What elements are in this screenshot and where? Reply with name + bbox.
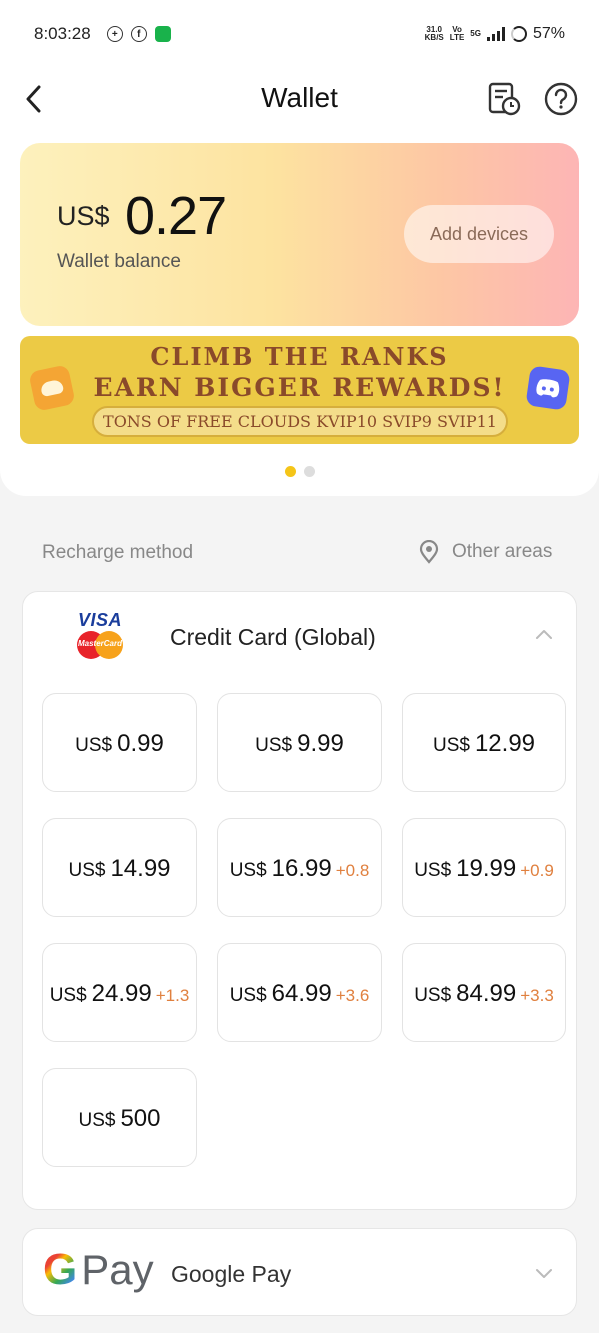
amount-value: 9.99 <box>297 730 344 757</box>
amount-value: 14.99 <box>110 855 171 882</box>
shield-icon <box>154 26 171 42</box>
amount-option[interactable]: US$ 14.99 <box>42 818 197 917</box>
mastercard-logo-text: MasterCard <box>77 639 122 648</box>
expand-toggle[interactable] <box>535 1265 553 1281</box>
recharge-method-label: Recharge method <box>42 542 194 563</box>
amount-option[interactable]: US$ 19.99 +0.9 <box>402 818 566 917</box>
amount-value: 0.99 <box>117 730 164 757</box>
amount-bonus: +0.8 <box>335 861 370 880</box>
amount-currency: US$ <box>75 735 113 756</box>
net-speed-indicator: 31.0 KB/S <box>425 26 444 42</box>
amount-option[interactable]: US$ 16.99 +0.8 <box>217 818 382 917</box>
credit-card-title[interactable]: Credit Card (Global) <box>170 624 376 651</box>
visa-mastercard-logo: VISA MasterCard <box>75 610 125 660</box>
amount-bonus: +1.3 <box>155 986 190 1005</box>
chevron-down-icon <box>536 1269 552 1278</box>
amount-bonus: +0.9 <box>520 861 554 880</box>
carousel-indicator <box>0 466 599 477</box>
promo-subheadline: EARN BIGGER REWARDS! <box>93 373 506 402</box>
signal-icon <box>486 27 505 41</box>
amount-currency: US$ <box>229 985 267 1006</box>
network-type: 5G <box>470 29 481 38</box>
chevron-up-icon <box>536 630 552 639</box>
carousel-dot-1[interactable] <box>284 466 296 477</box>
plus-circle-icon: + <box>106 26 123 42</box>
facebook-icon: f <box>130 26 147 42</box>
amount-option[interactable]: US$ 9.99 <box>217 693 382 792</box>
amount-value: 24.99 <box>91 980 152 1007</box>
amount-value: 64.99 <box>271 980 332 1007</box>
net-speed-unit: KB/S <box>424 33 444 42</box>
promo-banner[interactable]: CLIMB THE RANKS EARN BIGGER REWARDS! TON… <box>20 336 579 444</box>
billing-history-button[interactable] <box>486 81 522 117</box>
status-system-icons: 31.0 KB/S Vo LTE 5G 57% <box>425 25 565 43</box>
credit-card-section: VISA MasterCard Credit Card (Global) US$… <box>22 591 577 1210</box>
volte-indicator: Vo LTE <box>450 26 465 42</box>
volte-bottom: LTE <box>449 33 465 42</box>
amount-bonus: +3.3 <box>520 986 554 1005</box>
add-devices-button[interactable]: Add devices <box>404 205 554 263</box>
amount-value: 12.99 <box>474 730 536 757</box>
amount-currency: US$ <box>229 860 267 881</box>
amount-bonus: +3.6 <box>335 986 370 1005</box>
other-areas-label: Other areas <box>452 541 553 562</box>
google-pay-label: Google Pay <box>171 1261 292 1287</box>
amount-value: 500 <box>120 1105 161 1132</box>
collapse-toggle[interactable] <box>535 626 553 642</box>
amount-option[interactable]: US$ 84.99 +3.3 <box>402 943 566 1042</box>
google-g-logo: G <box>43 1245 78 1294</box>
wallet-top-panel: Wallet US$ 0.27 Wallet balance Add devic… <box>0 68 599 496</box>
location-pin-icon <box>419 540 439 564</box>
battery-level: 57% <box>532 25 565 42</box>
google-pay-logo-text: Pay <box>81 1246 154 1293</box>
recharge-method-row: Recharge method Other areas <box>0 536 599 570</box>
visa-logo: VISA <box>77 610 122 630</box>
amount-option[interactable]: US$ 24.99 +1.3 <box>42 943 197 1042</box>
billing-history-icon <box>488 82 521 116</box>
wallet-balance-card: US$ 0.27 Wallet balance Add devices <box>20 143 579 326</box>
amount-currency: US$ <box>414 985 452 1006</box>
balance-amount: 0.27 <box>125 186 227 246</box>
google-pay-logo: G Pay <box>43 1245 154 1295</box>
balance-currency: US$ <box>57 201 110 231</box>
battery-icon <box>510 26 527 42</box>
carousel-dot-2[interactable] <box>303 466 315 477</box>
amount-currency: US$ <box>255 735 293 756</box>
amount-currency: US$ <box>432 735 470 756</box>
amount-currency: US$ <box>78 1110 116 1131</box>
amount-option[interactable]: US$ 12.99 <box>402 693 566 792</box>
amount-value: 84.99 <box>456 980 517 1007</box>
amount-value: 16.99 <box>271 855 332 882</box>
amount-option[interactable]: US$ 500 <box>42 1068 197 1167</box>
promo-headline: CLIMB THE RANKS <box>150 342 449 371</box>
question-mark-icon <box>544 82 578 116</box>
status-bar: 8:03:28 + f 31.0 KB/S Vo LTE 5G 57% <box>0 0 599 68</box>
discord-icon <box>525 365 571 411</box>
amount-currency: US$ <box>414 860 452 881</box>
amount-currency: US$ <box>68 860 106 881</box>
promo-tagline: TONS OF FREE CLOUDS KVIP10 SVIP9 SVIP11 <box>92 406 508 437</box>
amount-option[interactable]: US$ 0.99 <box>42 693 197 792</box>
mastercard-logo: MasterCard <box>77 631 123 659</box>
status-time: 8:03:28 <box>34 24 91 43</box>
balance-label: Wallet balance <box>57 251 181 272</box>
help-button[interactable] <box>543 81 579 117</box>
other-areas-button[interactable]: Other areas <box>418 540 552 564</box>
amount-option[interactable]: US$ 64.99 +3.6 <box>217 943 382 1042</box>
amount-currency: US$ <box>49 985 87 1006</box>
header: Wallet <box>0 68 599 130</box>
google-pay-section[interactable]: G Pay Google Pay <box>22 1228 577 1316</box>
amount-value: 19.99 <box>456 855 517 882</box>
status-notification-icons: + f <box>106 26 171 42</box>
